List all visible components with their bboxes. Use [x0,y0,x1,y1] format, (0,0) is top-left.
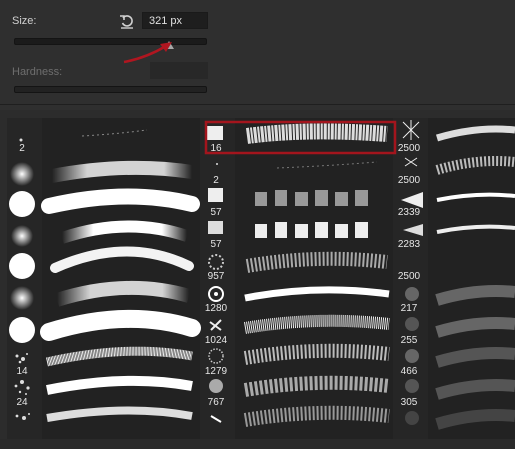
size-slider[interactable] [14,38,207,45]
brush-count: 57 [210,239,222,250]
brush-count: 957 [207,271,225,282]
size-input[interactable]: 321 px [142,12,208,29]
brush-count: 1280 [204,303,228,314]
divider [0,104,515,105]
brush-count: 305 [400,397,418,408]
brush-count: 57 [210,207,222,218]
brush-settings-panel [0,0,515,110]
brush-strokes [7,118,515,439]
brush-count: 2283 [397,239,421,250]
brush-count: 1024 [204,335,228,346]
brush-count: 1279 [204,366,228,377]
size-label: Size: [12,15,37,27]
brush-count: 767 [207,397,225,408]
hardness-label: Hardness: [12,66,63,78]
reset-icon[interactable] [118,12,136,30]
brush-count: 24 [16,397,28,408]
brush-count: 217 [400,303,418,314]
brush-count: 16 [210,143,222,154]
brush-count: 2500 [397,175,421,186]
brush-count: 2500 [397,143,421,154]
brush-count: 466 [400,366,418,377]
brush-count: 2 [19,143,25,154]
brush-count: 255 [400,335,418,346]
panel-footer [0,439,515,449]
brush-count: 2 [213,175,219,186]
hardness-input[interactable] [150,62,208,79]
brush-count: 2500 [397,271,421,282]
brush-count: 2339 [397,207,421,218]
brush-count: 14 [16,366,28,377]
brush-preset-grid[interactable]: 2 14 24 16 2 57 57 957 1280 1024 1279 76… [7,118,515,439]
hardness-slider[interactable] [14,86,207,93]
